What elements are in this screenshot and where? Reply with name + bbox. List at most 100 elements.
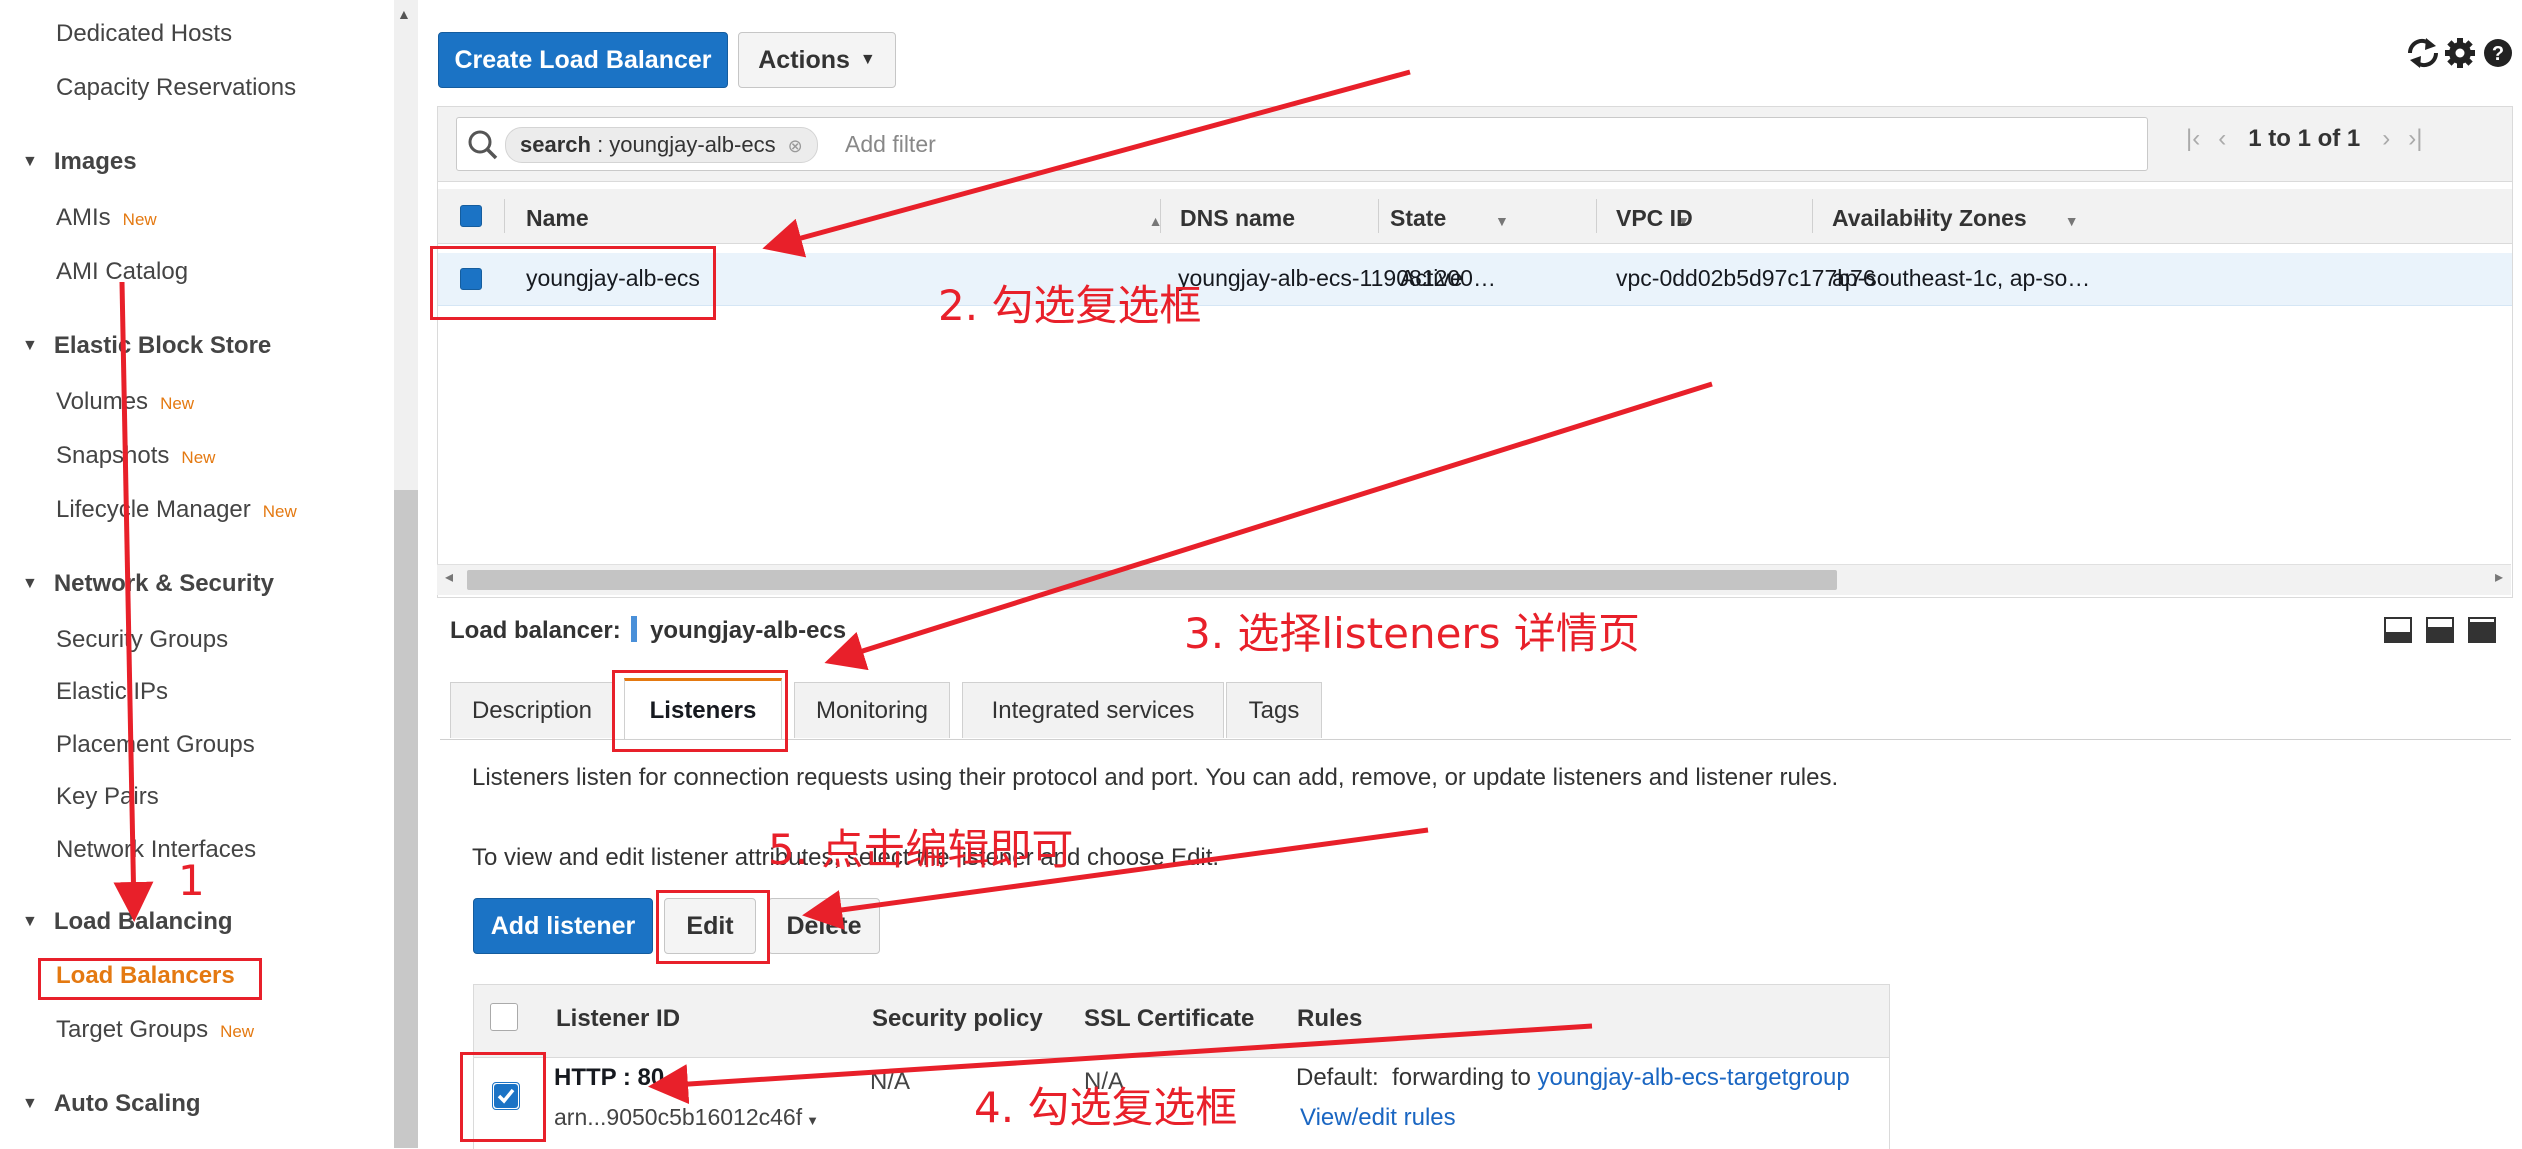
tab-description[interactable]: Description xyxy=(450,682,614,738)
nav-volumes[interactable]: Volumes New xyxy=(56,388,194,416)
nav-target-groups[interactable]: Target Groups New xyxy=(56,1016,254,1044)
tab-integrated-services[interactable]: Integrated services xyxy=(962,682,1224,738)
default-label: Default: xyxy=(1296,1064,1379,1091)
filter-bar: search : youngjay-alb-ecs ⊗ Add filter |‹… xyxy=(438,107,2512,182)
column-header-azs[interactable]: Availability Zones ▼ xyxy=(1832,205,2079,232)
column-header-name[interactable]: Name ▲ xyxy=(526,205,1163,232)
add-listener-button[interactable]: Add listener xyxy=(473,898,653,954)
nav-label: Lifecycle Manager xyxy=(56,496,251,523)
chip-value: youngjay-alb-ecs xyxy=(609,132,776,157)
horizontal-scrollbar[interactable]: ◂ ▸ xyxy=(437,564,2511,595)
pagination: |‹ ‹ 1 to 1 of 1 › ›| xyxy=(2186,125,2423,153)
nav-capacity-reservations[interactable]: Capacity Reservations xyxy=(56,74,296,102)
scroll-right-icon[interactable]: ▸ xyxy=(2495,567,2503,587)
nav-security-groups[interactable]: Security Groups xyxy=(56,626,228,654)
select-all-checkbox[interactable] xyxy=(460,205,482,227)
load-balancer-name: youngjay-alb-ecs xyxy=(650,617,847,644)
prev-page-icon[interactable]: ‹ xyxy=(2218,125,2226,152)
actions-button[interactable]: Actions ▼ xyxy=(738,32,896,88)
scrollbar-thumb[interactable] xyxy=(394,490,418,1148)
column-divider xyxy=(1160,199,1161,233)
listeners-intro: Listeners listen for connection requests… xyxy=(472,764,1839,791)
add-filter-placeholder[interactable]: Add filter xyxy=(845,131,936,158)
annotation-step2: 2. 勾选复选框 xyxy=(938,281,1202,330)
gear-icon[interactable] xyxy=(2445,38,2475,68)
filter-chip[interactable]: search : youngjay-alb-ecs ⊗ xyxy=(505,127,818,163)
column-header-ssl-certificate[interactable]: SSL Certificate xyxy=(1084,1005,1254,1033)
listener-arn[interactable]: arn...9050c5b16012c46f ▼ xyxy=(554,1104,819,1131)
row-azs: ap-southeast-1c, ap-so… xyxy=(1832,265,2091,291)
top-right-icons: ? xyxy=(2407,38,2512,68)
scrollbar-thumb[interactable] xyxy=(467,570,1837,590)
next-page-icon[interactable]: › xyxy=(2382,125,2390,152)
name-marker xyxy=(631,616,638,642)
tab-tags[interactable]: Tags xyxy=(1226,682,1322,738)
search-input[interactable]: search : youngjay-alb-ecs ⊗ Add filter xyxy=(456,117,2148,171)
actions-label: Actions xyxy=(758,45,850,74)
caret-down-icon: ▼ xyxy=(22,337,38,354)
column-header-security-policy[interactable]: Security policy xyxy=(872,1005,1043,1033)
annotation-step4: 4. 勾选复选框 xyxy=(974,1083,1238,1132)
column-label: State xyxy=(1390,205,1447,231)
nav-network-interfaces[interactable]: Network Interfaces xyxy=(56,836,256,864)
caret-down-icon: ▼ xyxy=(806,1113,819,1128)
remove-chip-icon[interactable]: ⊗ xyxy=(788,136,803,156)
column-label: DNS name xyxy=(1180,205,1296,231)
chip-key: search xyxy=(520,132,591,157)
nav-section-label: Network & Security xyxy=(53,570,274,597)
nav-lifecycle-manager[interactable]: Lifecycle Manager New xyxy=(56,496,297,524)
listener-default-rule: Default: forwarding to youngjay-alb-ecs-… xyxy=(1296,1064,1850,1092)
nav-amis[interactable]: AMIs New xyxy=(56,204,157,232)
scroll-left-icon[interactable]: ◂ xyxy=(445,567,453,587)
delete-button[interactable]: Delete xyxy=(768,898,880,954)
nav-dedicated-hosts[interactable]: Dedicated Hosts xyxy=(56,20,232,48)
nav-snapshots[interactable]: Snapshots New xyxy=(56,442,215,470)
new-badge: New xyxy=(122,210,157,229)
last-page-icon[interactable]: ›| xyxy=(2408,125,2422,152)
target-group-link[interactable]: youngjay-alb-ecs-targetgroup xyxy=(1537,1064,1849,1091)
highlight-listener-checkbox xyxy=(460,1052,546,1142)
column-label: VPC ID xyxy=(1616,205,1693,231)
nav-placement-groups[interactable]: Placement Groups xyxy=(56,731,255,759)
column-header-listener-id[interactable]: Listener ID xyxy=(556,1005,680,1033)
panel-large-icon[interactable] xyxy=(2468,617,2496,643)
load-balancer-label: Load balancer: xyxy=(450,617,621,644)
panel-medium-icon[interactable] xyxy=(2426,617,2454,643)
select-all-listeners-checkbox[interactable] xyxy=(490,1003,518,1031)
view-edit-rules-link[interactable]: View/edit rules xyxy=(1300,1104,1456,1132)
chevron-down-icon: ▼ xyxy=(859,51,876,68)
tab-monitoring[interactable]: Monitoring xyxy=(794,682,950,738)
column-divider xyxy=(1596,199,1597,233)
chip-separator: : xyxy=(590,132,610,157)
nav-section-load-balancing[interactable]: ▼ Load Balancing xyxy=(22,908,233,936)
new-badge: New xyxy=(160,394,195,413)
nav-section-ebs[interactable]: ▼ Elastic Block Store xyxy=(22,332,271,360)
panel-small-icon[interactable] xyxy=(2384,617,2412,643)
listener-id: HTTP : 80 xyxy=(554,1064,665,1091)
first-page-icon[interactable]: |‹ xyxy=(2186,125,2200,152)
refresh-icon[interactable] xyxy=(2407,38,2439,68)
nav-section-images[interactable]: ▼ Images xyxy=(22,148,137,176)
nav-label: AMI Catalog xyxy=(56,258,189,285)
scroll-up-icon[interactable]: ▲ xyxy=(397,6,411,22)
nav-section-label: Images xyxy=(53,148,137,175)
highlight-lb-row xyxy=(430,246,716,320)
nav-section-auto-scaling[interactable]: ▼ Auto Scaling xyxy=(22,1090,201,1118)
load-balancer-table: search : youngjay-alb-ecs ⊗ Add filter |‹… xyxy=(437,106,2513,598)
column-divider xyxy=(1378,199,1379,233)
panel-size-icons xyxy=(2384,617,2496,643)
nav-key-pairs[interactable]: Key Pairs xyxy=(56,783,159,811)
pagination-text: 1 to 1 of 1 xyxy=(2248,125,2361,152)
nav-label: AMIs xyxy=(56,204,111,231)
svg-text:?: ? xyxy=(2492,43,2504,65)
highlight-listeners-tab xyxy=(612,670,788,752)
details-heading: Load balancer: youngjay-alb-ecs xyxy=(450,616,846,645)
sidebar-scrollbar[interactable]: ▲ xyxy=(394,0,418,1148)
nav-section-network-security[interactable]: ▼ Network & Security xyxy=(22,570,274,598)
help-icon[interactable]: ? xyxy=(2484,39,2512,67)
column-header-rules[interactable]: Rules xyxy=(1297,1005,1362,1033)
create-load-balancer-button[interactable]: Create Load Balancer xyxy=(438,32,728,88)
nav-elastic-ips[interactable]: Elastic IPs xyxy=(56,678,168,706)
nav-ami-catalog[interactable]: AMI Catalog xyxy=(56,258,188,286)
column-label: Availability Zones xyxy=(1832,205,2027,231)
